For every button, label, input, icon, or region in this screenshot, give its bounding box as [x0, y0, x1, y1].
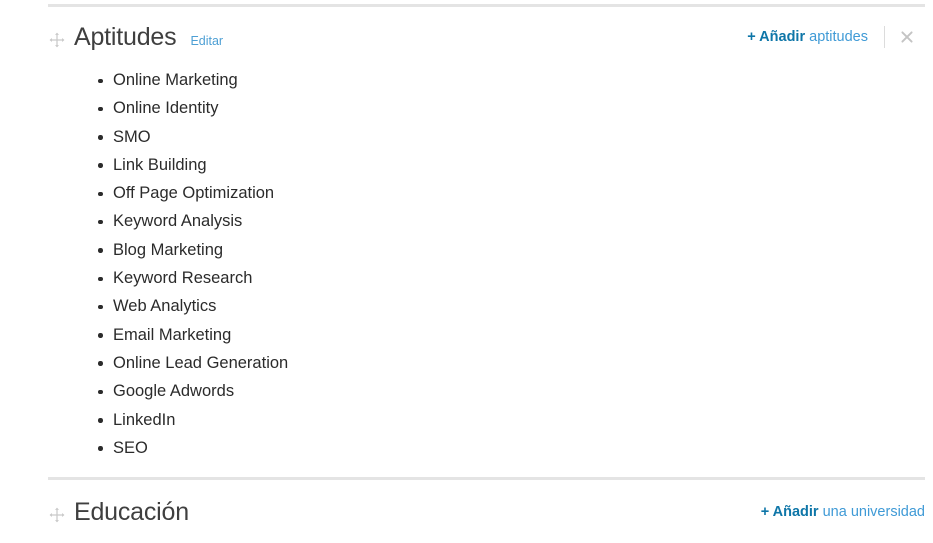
list-item: Online Marketing [97, 66, 288, 94]
add-university-link[interactable]: + Añadir una universidad [761, 503, 925, 521]
education-header-actions: + Añadir una universidad [761, 503, 933, 521]
list-item: Google Adwords [97, 377, 288, 405]
add-skills-link[interactable]: + Añadir aptitudes [747, 28, 868, 46]
list-item: LinkedIn [97, 406, 288, 434]
skills-list: Online Marketing Online Identity SMO Lin… [0, 66, 288, 462]
list-item: Off Page Optimization [97, 179, 288, 207]
profile-sections-panel: Aptitudes Editar + Añadir aptitudes Onli… [0, 0, 933, 543]
add-university-link-strong: + Añadir [760, 504, 819, 520]
move-handle-icon[interactable] [48, 31, 66, 49]
list-item: Online Identity [97, 94, 288, 122]
section-divider-top [48, 4, 925, 7]
education-header-left: Educación [0, 498, 189, 526]
close-icon[interactable] [899, 29, 915, 45]
skills-edit-link[interactable]: Editar [190, 34, 223, 48]
skills-header-left: Aptitudes Editar [0, 23, 223, 51]
list-item: Blog Marketing [97, 236, 288, 264]
list-item: Link Building [97, 151, 288, 179]
education-section-header: Educación + Añadir una universidad [0, 495, 933, 529]
list-item: SMO [97, 123, 288, 151]
move-handle-icon[interactable] [48, 506, 66, 524]
list-item: Online Lead Generation [97, 349, 288, 377]
list-item: Web Analytics [97, 292, 288, 320]
list-item: Email Marketing [97, 321, 288, 349]
education-section-title: Educación [74, 498, 189, 526]
list-item: SEO [97, 434, 288, 462]
skills-header-actions: + Añadir aptitudes [747, 26, 933, 48]
add-skills-link-strong: + Añadir [747, 29, 806, 45]
add-university-link-light: una universidad [822, 504, 925, 520]
list-item: Keyword Research [97, 264, 288, 292]
header-separator [884, 26, 885, 48]
section-divider-education [48, 477, 925, 480]
add-skills-link-light: aptitudes [809, 29, 868, 45]
skills-section-title: Aptitudes [74, 23, 177, 51]
skills-section-header: Aptitudes Editar + Añadir aptitudes [0, 20, 933, 54]
list-item: Keyword Analysis [97, 207, 288, 235]
